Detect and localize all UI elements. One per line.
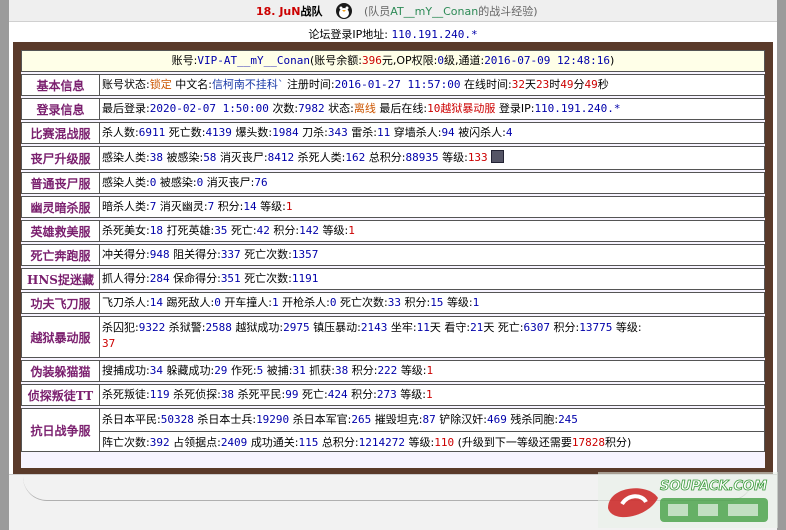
row-label: 越狱暴动服	[22, 317, 100, 357]
row-zombie-upgrade: 丧尸升级服 感染人类:38 被感染:58 消灭丧尸:8412 杀死人类:162 …	[21, 146, 765, 170]
row-label: 功夫飞刀服	[22, 293, 100, 313]
row-label: 基本信息	[22, 75, 100, 95]
team-header: 18. JuN战队 (队员AT__mY__Conan的战斗经验)	[9, 0, 777, 22]
row-hide: 伪装躲猫猫 搜捕成功:34 躲藏成功:29 作死:5 被捕:31 抓获:38 积…	[21, 360, 765, 382]
stats-panel: 账号:VIP-AT__mY__Conan(账号余额:396元,OP权限:0级,通…	[21, 50, 765, 468]
row-detective: 侦探叛徒TT 杀死叛徒:119 杀死侦探:38 杀死平民:99 死亡:424 积…	[21, 384, 765, 406]
row-label: 抗日战争服	[22, 409, 100, 451]
row-label: 登录信息	[22, 99, 100, 119]
row-label: 侦探叛徒TT	[22, 385, 100, 405]
stats-frame: 账号:VIP-AT__mY__Conan(账号余额:396元,OP权限:0级,通…	[13, 42, 773, 474]
row-hero: 英雄救美服 杀死美女:18 打死英雄:35 死亡:42 积分:142 等级:1	[21, 220, 765, 242]
soupack-watermark-logo: SOUPACK.COM	[598, 472, 778, 528]
row-mix: 比赛混战服 杀人数:6911 死亡数:4139 爆头数:1984 刀杀:343 …	[21, 122, 765, 144]
row-jailbreak: 越狱暴动服 杀囚犯:9322 杀狱警:2588 越狱成功:2975 镇压暴动:2…	[21, 316, 765, 358]
row-label: 普通丧尸服	[22, 173, 100, 193]
row-label: 幽灵暗杀服	[22, 197, 100, 217]
zombie-rank-icon	[490, 150, 504, 163]
watermark-text: SOUPACK.COM	[660, 479, 767, 494]
row-hns: HNS捉迷藏 抓人得分:284 保命得分:351 死亡次数:1191	[21, 268, 765, 290]
penguin-avatar-icon	[336, 3, 352, 19]
row-label: 英雄救美服	[22, 221, 100, 241]
row-ghost: 幽灵暗杀服 暗杀人类:7 消灭幽灵:7 积分:14 等级:1	[21, 196, 765, 218]
row-label: 比赛混战服	[22, 123, 100, 143]
account-summary: 账号:VIP-AT__mY__Conan(账号余额:396元,OP权限:0级,通…	[21, 50, 765, 72]
row-label: 丧尸升级服	[22, 147, 100, 169]
row-basic: 基本信息 账号状态:锁定 中文名:信柯南不挂科` 注册时间:2016-01-27…	[21, 74, 765, 96]
row-kungfu: 功夫飞刀服 飞刀杀人:14 踢死敌人:0 开车撞人:1 开枪杀人:0 死亡次数:…	[21, 292, 765, 314]
row-deathrun: 死亡奔跑服 冲关得分:948 阻关得分:337 死亡次数:1357	[21, 244, 765, 266]
row-label: 伪装躲猫猫	[22, 361, 100, 381]
row-zombie-normal: 普通丧尸服 感染人类:0 被感染:0 消灭丧尸:76	[21, 172, 765, 194]
right-border	[777, 0, 786, 530]
member-tagline: (队员AT__mY__Conan的战斗经验)	[364, 5, 538, 18]
row-label: HNS捉迷藏	[22, 269, 100, 289]
team-title: 18. JuN战队	[256, 5, 323, 18]
forum-login-ip: 论坛登录IP地址: 110.191.240.*	[308, 28, 478, 41]
row-label: 死亡奔跑服	[22, 245, 100, 265]
row-antijapan: 抗日战争服 杀日本平民:50328 杀日本士兵:19290 杀日本军官:265 …	[21, 408, 765, 452]
row-login: 登录信息 最后登录:2020-02-07 1:50:00 次数:7982 状态:…	[21, 98, 765, 120]
left-border	[0, 0, 9, 530]
